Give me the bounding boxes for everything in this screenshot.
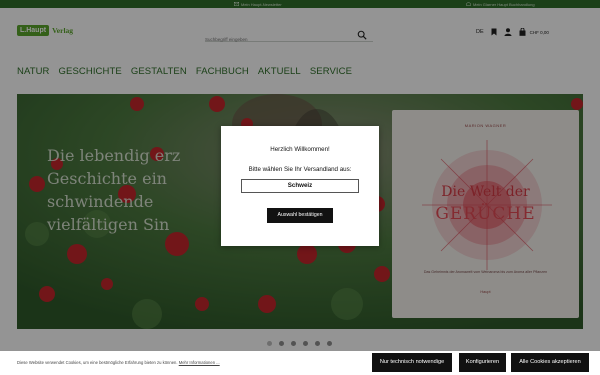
cookie-more-info-link[interactable]: Mehr Informationen ...	[179, 360, 220, 365]
page: Mein Haupt-Newsletter Mein Glarner Haupt…	[0, 0, 600, 375]
modal-title: Herzlich Willkommen!	[270, 146, 330, 153]
cookie-message: Diese Website verwendet Cookies, um eine…	[17, 360, 178, 365]
modal-label: Bitte wählen Sie Ihr Versandland aus:	[248, 166, 352, 173]
cookie-accept-all-button[interactable]: Alle Cookies akzeptieren	[511, 353, 589, 372]
cookie-configure-button[interactable]: Konfigurieren	[459, 353, 506, 372]
cookie-necessary-button[interactable]: Nur technisch notwendige	[372, 353, 452, 372]
cookie-bar: Diese Website verwendet Cookies, um eine…	[0, 351, 600, 375]
cookie-text: Diese Website verwendet Cookies, um eine…	[17, 360, 220, 365]
country-select[interactable]: Schweiz	[241, 179, 359, 193]
confirm-selection-button[interactable]: Auswahl bestätigen	[267, 208, 333, 223]
country-select-modal: Herzlich Willkommen! Bitte wählen Sie Ih…	[221, 126, 379, 246]
